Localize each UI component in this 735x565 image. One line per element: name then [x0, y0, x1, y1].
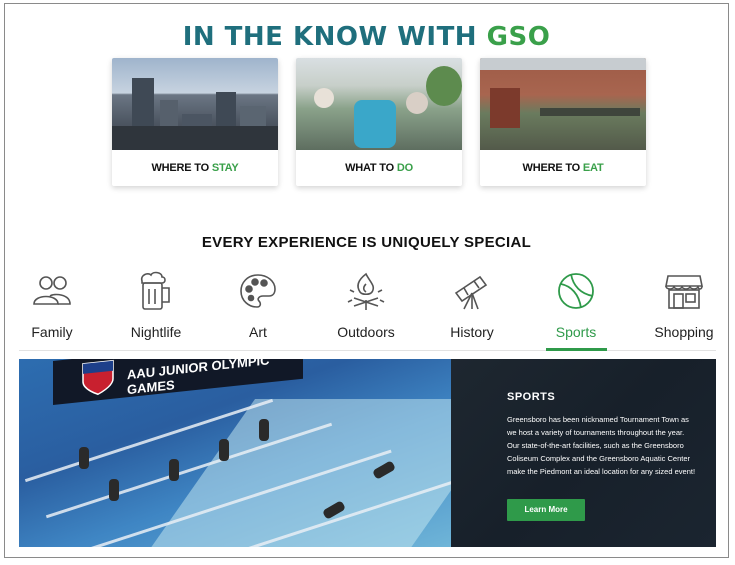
- feature-hero: AAU JUNIOR OLYMPIC GAMES SPORTS Greensbo…: [19, 359, 716, 547]
- tab-label: Shopping: [654, 324, 714, 340]
- page-title: IN THE KNOW WITH GSO: [5, 22, 728, 52]
- city-skyline-photo: [112, 58, 278, 150]
- telescope-icon: [427, 270, 517, 312]
- active-tab-indicator: [546, 348, 607, 351]
- card-where-to-stay[interactable]: WHERE TO STAY: [112, 58, 278, 186]
- section-subtitle: EVERY EXPERIENCE IS UNIQUELY SPECIAL: [201, 234, 532, 251]
- pedal-bus-photo: [296, 58, 462, 150]
- tab-family[interactable]: Family: [7, 270, 97, 340]
- tab-label: Outdoors: [337, 324, 395, 340]
- sports-info-panel: SPORTS Greensboro has been nicknamed Tou…: [451, 359, 716, 547]
- category-tabs: Family Nightlife Art Outdoors History Sp…: [5, 270, 728, 352]
- ball-icon: [531, 270, 621, 312]
- tab-label: Sports: [555, 324, 597, 340]
- card-label: WHERE TO STAY: [151, 162, 239, 174]
- restaurant-patio-photo: [480, 58, 646, 150]
- card-label: WHAT TO DO: [345, 162, 413, 174]
- learn-more-button[interactable]: Learn More: [507, 499, 585, 521]
- card-what-to-do[interactable]: WHAT TO DO: [296, 58, 462, 186]
- page-frame: IN THE KNOW WITH GSO WHERE TO STAY WHAT …: [4, 3, 729, 558]
- tab-nightlife[interactable]: Nightlife: [111, 270, 201, 340]
- tab-label: Art: [249, 324, 267, 340]
- campfire-icon: [321, 270, 411, 312]
- tab-shopping[interactable]: Shopping: [639, 270, 728, 340]
- card-label: WHERE TO EAT: [522, 162, 604, 174]
- banner-text: AAU JUNIOR OLYMPIC GAMES: [127, 359, 270, 398]
- tab-label: History: [450, 324, 494, 340]
- storefront-icon: [639, 270, 728, 312]
- title-text: IN THE KNOW WITH: [182, 22, 487, 52]
- tab-history[interactable]: History: [427, 270, 517, 340]
- family-icon: [7, 270, 97, 312]
- tab-art[interactable]: Art: [213, 270, 303, 340]
- tab-divider: [19, 350, 716, 351]
- tab-label: Family: [31, 324, 73, 340]
- tab-outdoors[interactable]: Outdoors: [321, 270, 411, 340]
- card-row: WHERE TO STAY WHAT TO DO WHERE TO EAT: [112, 58, 647, 188]
- tab-sports[interactable]: Sports: [531, 270, 621, 340]
- panel-title: SPORTS: [507, 391, 556, 403]
- panel-description: Greensboro has been nicknamed Tournament…: [507, 415, 696, 476]
- card-where-to-eat[interactable]: WHERE TO EAT: [480, 58, 646, 186]
- swimming-meet-photo: AAU JUNIOR OLYMPIC GAMES: [19, 359, 451, 547]
- aau-shield-icon: [82, 359, 114, 396]
- pool-deck: [142, 399, 451, 547]
- title-accent: GSO: [486, 22, 551, 52]
- beer-mug-icon: [111, 270, 201, 312]
- palette-icon: [213, 270, 303, 312]
- tab-label: Nightlife: [130, 324, 182, 340]
